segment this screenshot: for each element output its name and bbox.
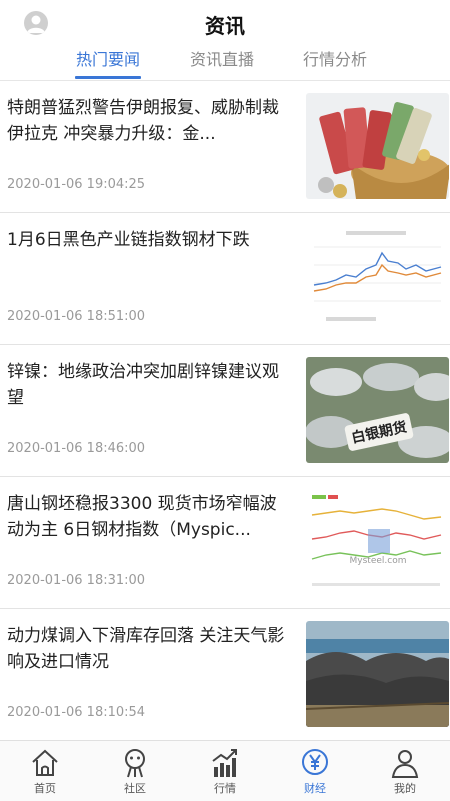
money-basket-image[interactable] <box>306 93 449 199</box>
news-title[interactable]: 唐山钢坯稳报3300 现货市场窄幅波动为主 6日钢材指数（Myspic... <box>7 491 289 543</box>
tabbar-label: 我的 <box>394 782 416 795</box>
thumbnail-caption: Mysteel.com <box>350 556 407 566</box>
news-timestamp: 2020-01-06 18:31:00 <box>7 573 146 588</box>
news-item[interactable]: 锌镍：地缘政治冲突加剧锌镍建议观望 2020-01-06 18:46:00 白银… <box>0 345 450 477</box>
news-timestamp: 2020-01-06 18:51:00 <box>7 309 146 324</box>
tabbar-item-market[interactable]: 行情 <box>180 741 270 801</box>
tab-hot-news[interactable]: 热门要闻 <box>43 46 173 70</box>
news-timestamp: 2020-01-06 18:10:54 <box>7 705 146 720</box>
news-item[interactable]: 1月6日黑色产业链指数钢材下跌 2020-01-06 18:51:00 <box>0 213 450 345</box>
bottom-tab-bar: 首页 社区 行情 财经 我的 <box>0 740 450 801</box>
line-chart-image[interactable] <box>306 225 449 331</box>
coal-port-image[interactable] <box>306 621 449 727</box>
finance-yen-icon <box>302 749 328 775</box>
page-title: 资讯 <box>205 14 245 38</box>
tab-live-news[interactable]: 资讯直播 <box>157 46 287 70</box>
tabbar-item-profile[interactable]: 我的 <box>360 741 450 801</box>
home-icon <box>32 749 58 776</box>
tabbar-item-home[interactable]: 首页 <box>0 741 90 801</box>
active-tab-indicator <box>75 76 141 79</box>
tabbar-label: 首页 <box>34 782 56 795</box>
news-tabs: 热门要闻 资讯直播 行情分析 <box>0 46 450 80</box>
news-timestamp: 2020-01-06 18:46:00 <box>7 441 146 456</box>
tabbar-label: 行情 <box>214 782 236 795</box>
app-header: 资讯 热门要闻 资讯直播 行情分析 <box>0 0 450 81</box>
news-title[interactable]: 动力煤调入下滑库存回落 关注天气影响及进口情况 <box>7 623 289 675</box>
market-chart-icon <box>212 749 237 777</box>
profile-icon <box>391 750 419 778</box>
tab-market-analysis[interactable]: 行情分析 <box>270 46 400 70</box>
tabbar-label: 财经 <box>304 782 326 795</box>
steel-index-chart-image[interactable]: Mysteel.com <box>306 489 449 595</box>
tabbar-label: 社区 <box>124 782 146 795</box>
news-list: 特朗普猛烈警告伊朗报复、威胁制裁伊拉克 冲突暴力升级：金... 2020-01-… <box>0 81 450 741</box>
news-title[interactable]: 特朗普猛烈警告伊朗报复、威胁制裁伊拉克 冲突暴力升级：金... <box>7 95 289 147</box>
news-title[interactable]: 1月6日黑色产业链指数钢材下跌 <box>7 227 289 253</box>
silver-ingots-image[interactable]: 白银期货 <box>306 357 449 463</box>
community-icon <box>125 749 145 778</box>
news-timestamp: 2020-01-06 19:04:25 <box>7 177 146 192</box>
news-title[interactable]: 锌镍：地缘政治冲突加剧锌镍建议观望 <box>7 359 289 411</box>
tabbar-item-finance[interactable]: 财经 <box>270 741 360 801</box>
news-item[interactable]: 动力煤调入下滑库存回落 关注天气影响及进口情况 2020-01-06 18:10… <box>0 609 450 741</box>
tabbar-item-community[interactable]: 社区 <box>90 741 180 801</box>
news-item[interactable]: 特朗普猛烈警告伊朗报复、威胁制裁伊拉克 冲突暴力升级：金... 2020-01-… <box>0 81 450 213</box>
news-item[interactable]: 唐山钢坯稳报3300 现货市场窄幅波动为主 6日钢材指数（Myspic... 2… <box>0 477 450 609</box>
